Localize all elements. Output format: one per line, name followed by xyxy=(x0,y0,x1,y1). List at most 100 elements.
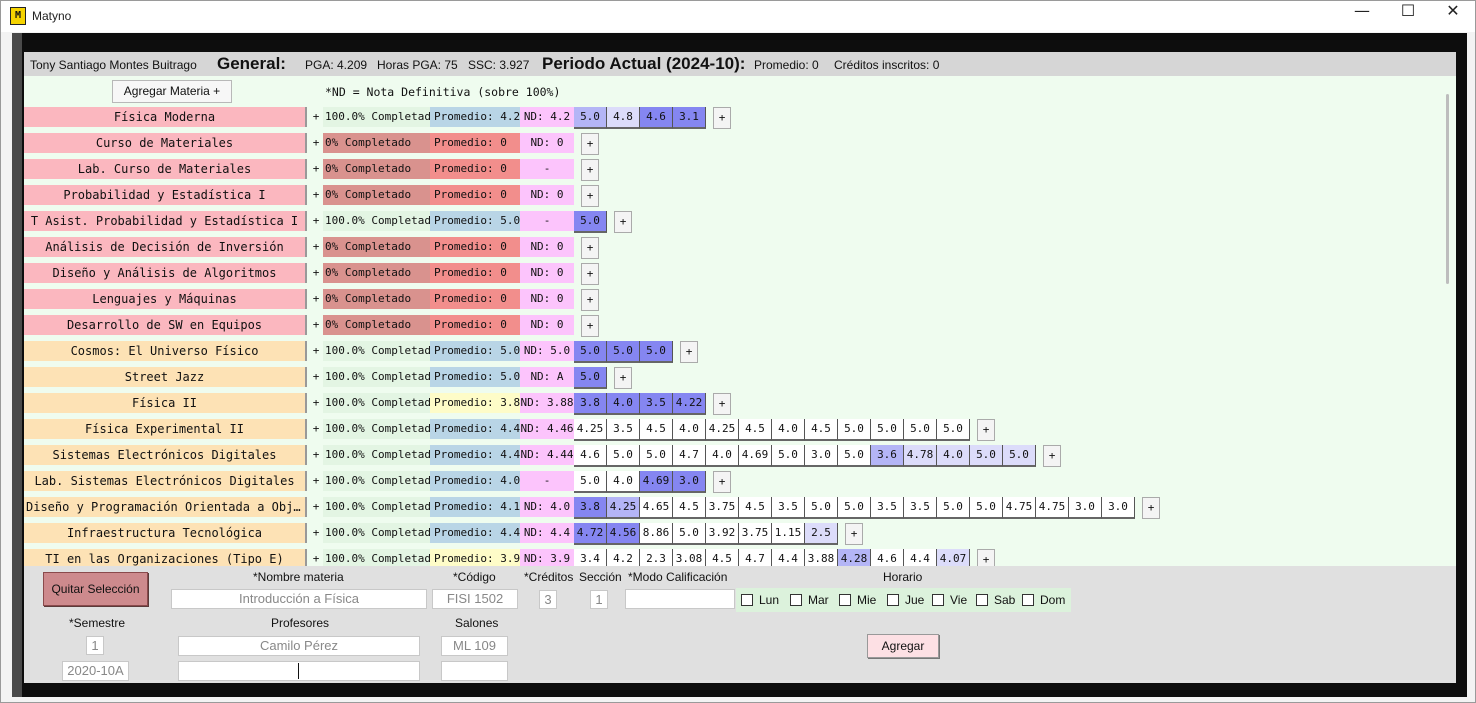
add-grade-button[interactable]: + xyxy=(614,211,632,233)
grade-cell[interactable]: 4.69 xyxy=(739,445,772,467)
add-grade-button[interactable]: + xyxy=(1043,445,1061,467)
grade-cell[interactable]: 3.0 xyxy=(1102,497,1135,519)
grade-cell[interactable]: 4.0 xyxy=(937,445,970,467)
grade-cell[interactable]: 5.0 xyxy=(805,497,838,519)
course-name[interactable]: Lenguajes y Máquinas xyxy=(24,289,307,309)
grade-cell[interactable]: 3.5 xyxy=(871,497,904,519)
add-grade-button[interactable]: + xyxy=(581,237,599,259)
grade-cell[interactable]: 4.5 xyxy=(673,497,706,519)
expand-plus-icon[interactable]: + xyxy=(309,263,323,283)
add-grade-button[interactable]: + xyxy=(581,263,599,285)
course-name[interactable]: Sistemas Electrónicos Digitales xyxy=(24,445,307,465)
grade-cell[interactable]: 8.86 xyxy=(640,523,673,545)
grade-cell[interactable]: 3.0 xyxy=(1069,497,1102,519)
grade-cell[interactable]: 4.6 xyxy=(640,107,673,129)
expand-plus-icon[interactable]: + xyxy=(309,133,323,153)
grade-cell[interactable]: 5.0 xyxy=(838,497,871,519)
expand-plus-icon[interactable]: + xyxy=(309,237,323,257)
grade-cell[interactable]: 4.65 xyxy=(640,497,673,519)
day-checkbox[interactable] xyxy=(790,594,802,606)
grade-cell[interactable]: 4.7 xyxy=(673,445,706,467)
close-icon[interactable]: ✕ xyxy=(1430,1,1476,32)
expand-plus-icon[interactable]: + xyxy=(309,393,323,413)
add-grade-button[interactable]: + xyxy=(713,393,731,415)
semester-value-field[interactable]: 2020-10A xyxy=(62,661,129,681)
add-grade-button[interactable]: + xyxy=(1142,497,1160,519)
rooms-entry[interactable] xyxy=(441,661,508,681)
grade-cell[interactable]: 4.0 xyxy=(706,445,739,467)
grade-cell[interactable]: 5.0 xyxy=(772,445,805,467)
add-grade-button[interactable]: + xyxy=(713,471,731,493)
maximize-icon[interactable]: ☐ xyxy=(1385,1,1431,32)
grading-mode-select[interactable] xyxy=(625,589,735,609)
grade-cell[interactable]: 3.75 xyxy=(706,497,739,519)
grade-cell[interactable]: 5.0 xyxy=(1003,445,1036,467)
grade-cell[interactable]: 4.56 xyxy=(607,523,640,545)
grade-cell[interactable]: 5.0 xyxy=(673,523,706,545)
course-name[interactable]: Street Jazz xyxy=(24,367,307,387)
grade-cell[interactable]: 3.8 xyxy=(574,497,607,519)
vertical-scrollbar[interactable] xyxy=(1446,94,1449,284)
day-checkbox[interactable] xyxy=(976,594,988,606)
expand-plus-icon[interactable]: + xyxy=(309,419,323,439)
grade-cell[interactable]: 3.5 xyxy=(607,419,640,441)
semester-input[interactable]: 1 xyxy=(86,636,104,655)
grade-cell[interactable]: 5.0 xyxy=(937,419,970,441)
expand-plus-icon[interactable]: + xyxy=(309,211,323,231)
grade-cell[interactable]: 5.0 xyxy=(574,341,607,363)
expand-plus-icon[interactable]: + xyxy=(309,289,323,309)
grade-cell[interactable]: 5.0 xyxy=(640,341,673,363)
grade-cell[interactable]: 4.78 xyxy=(904,445,937,467)
grade-cell[interactable]: 4.25 xyxy=(607,497,640,519)
grade-cell[interactable]: 4.8 xyxy=(607,107,640,129)
course-name[interactable]: Probabilidad y Estadística I xyxy=(24,185,307,205)
add-grade-button[interactable]: + xyxy=(614,367,632,389)
course-name[interactable]: Desarrollo de SW en Equipos xyxy=(24,315,307,335)
grade-cell[interactable]: 3.6 xyxy=(871,445,904,467)
add-grade-button[interactable]: + xyxy=(581,185,599,207)
add-course-button[interactable]: Agregar Materia + xyxy=(112,80,232,103)
add-grade-button[interactable]: + xyxy=(713,107,731,129)
add-grade-button[interactable]: + xyxy=(581,159,599,181)
course-name[interactable]: Física Experimental II xyxy=(24,419,307,439)
grade-cell[interactable]: 5.0 xyxy=(574,211,607,233)
minimize-icon[interactable]: — xyxy=(1339,1,1385,32)
add-grade-button[interactable]: + xyxy=(581,289,599,311)
expand-plus-icon[interactable]: + xyxy=(309,445,323,465)
grade-cell[interactable]: 4.69 xyxy=(640,471,673,493)
course-name[interactable]: Diseño y Programación Orientada a Objet… xyxy=(24,497,307,517)
expand-plus-icon[interactable]: + xyxy=(309,497,323,517)
grade-cell[interactable]: 4.5 xyxy=(805,419,838,441)
grade-cell[interactable]: 4.0 xyxy=(673,419,706,441)
grade-cell[interactable]: 3.0 xyxy=(673,471,706,493)
grade-cell[interactable]: 4.25 xyxy=(706,419,739,441)
day-checkbox[interactable] xyxy=(887,594,899,606)
grade-cell[interactable]: 5.0 xyxy=(574,107,607,129)
course-name[interactable]: Infraestructura Tecnológica xyxy=(24,523,307,543)
grade-cell[interactable]: 4.75 xyxy=(1003,497,1036,519)
course-name[interactable]: Física II xyxy=(24,393,307,413)
credits-input[interactable]: 3 xyxy=(539,590,557,609)
day-checkbox[interactable] xyxy=(741,594,753,606)
grade-cell[interactable]: 5.0 xyxy=(937,497,970,519)
grade-cell[interactable]: 4.5 xyxy=(739,419,772,441)
grade-cell[interactable]: 4.22 xyxy=(673,393,706,415)
grade-cell[interactable]: 4.75 xyxy=(1036,497,1069,519)
grade-cell[interactable]: 3.92 xyxy=(706,523,739,545)
add-button[interactable]: Agregar xyxy=(867,634,939,658)
grade-cell[interactable]: 1.15 xyxy=(772,523,805,545)
expand-plus-icon[interactable]: + xyxy=(309,341,323,361)
grade-cell[interactable]: 3.1 xyxy=(673,107,706,129)
grade-cell[interactable]: 4.5 xyxy=(640,419,673,441)
grade-cell[interactable]: 4.0 xyxy=(607,471,640,493)
grade-cell[interactable]: 5.0 xyxy=(574,471,607,493)
day-checkbox[interactable] xyxy=(1022,594,1034,606)
course-name[interactable]: Lab. Curso de Materiales xyxy=(24,159,307,179)
add-grade-button[interactable]: + xyxy=(680,341,698,363)
expand-plus-icon[interactable]: + xyxy=(309,107,323,127)
grade-cell[interactable]: 5.0 xyxy=(904,419,937,441)
course-name[interactable]: Lab. Sistemas Electrónicos Digitales xyxy=(24,471,307,491)
grade-cell[interactable]: 5.0 xyxy=(871,419,904,441)
expand-plus-icon[interactable]: + xyxy=(309,185,323,205)
grade-cell[interactable]: 3.75 xyxy=(739,523,772,545)
